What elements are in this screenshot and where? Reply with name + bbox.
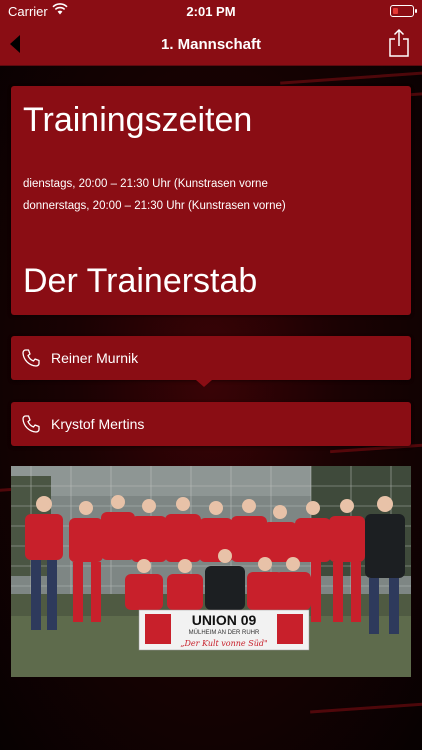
clock: 2:01 PM	[186, 4, 236, 19]
team-photo: UNION 09 MÜLHEIM AN DER RUHR „Der Kult v…	[11, 466, 411, 677]
battery-icon	[390, 5, 417, 17]
training-time-thursday: donnerstags, 20:00 – 21:30 Uhr (Kunstras…	[23, 200, 286, 212]
navigation-bar: 1. Mannschaft	[0, 22, 422, 66]
staff-heading: Der Trainerstab	[23, 262, 258, 300]
banner-subtitle: MÜLHEIM AN DER RUHR	[189, 629, 260, 636]
share-icon[interactable]	[388, 28, 410, 58]
trainer-name: Krystof Mertins	[51, 416, 145, 432]
banner-title: UNION 09	[192, 612, 257, 628]
training-heading: Trainingszeiten	[23, 101, 253, 139]
trainer-contact-row[interactable]: Reiner Murnik	[11, 336, 411, 380]
banner-slogan: „Der Kult vonne Süd"	[180, 639, 267, 648]
trainer-name: Reiner Murnik	[51, 350, 139, 366]
training-time-tuesday: dienstags, 20:00 – 21:30 Uhr (Kunstrasen…	[23, 178, 268, 190]
trainer-contact-row[interactable]: Krystof Mertins	[11, 402, 411, 446]
phone-icon	[22, 349, 40, 367]
row-pointer	[196, 380, 212, 387]
phone-icon	[22, 415, 40, 433]
info-card: Trainingszeiten dienstags, 20:00 – 21:30…	[11, 86, 411, 315]
page-title: 1. Mannschaft	[160, 36, 262, 53]
status-bar: Carrier 2:01 PM	[0, 0, 422, 22]
